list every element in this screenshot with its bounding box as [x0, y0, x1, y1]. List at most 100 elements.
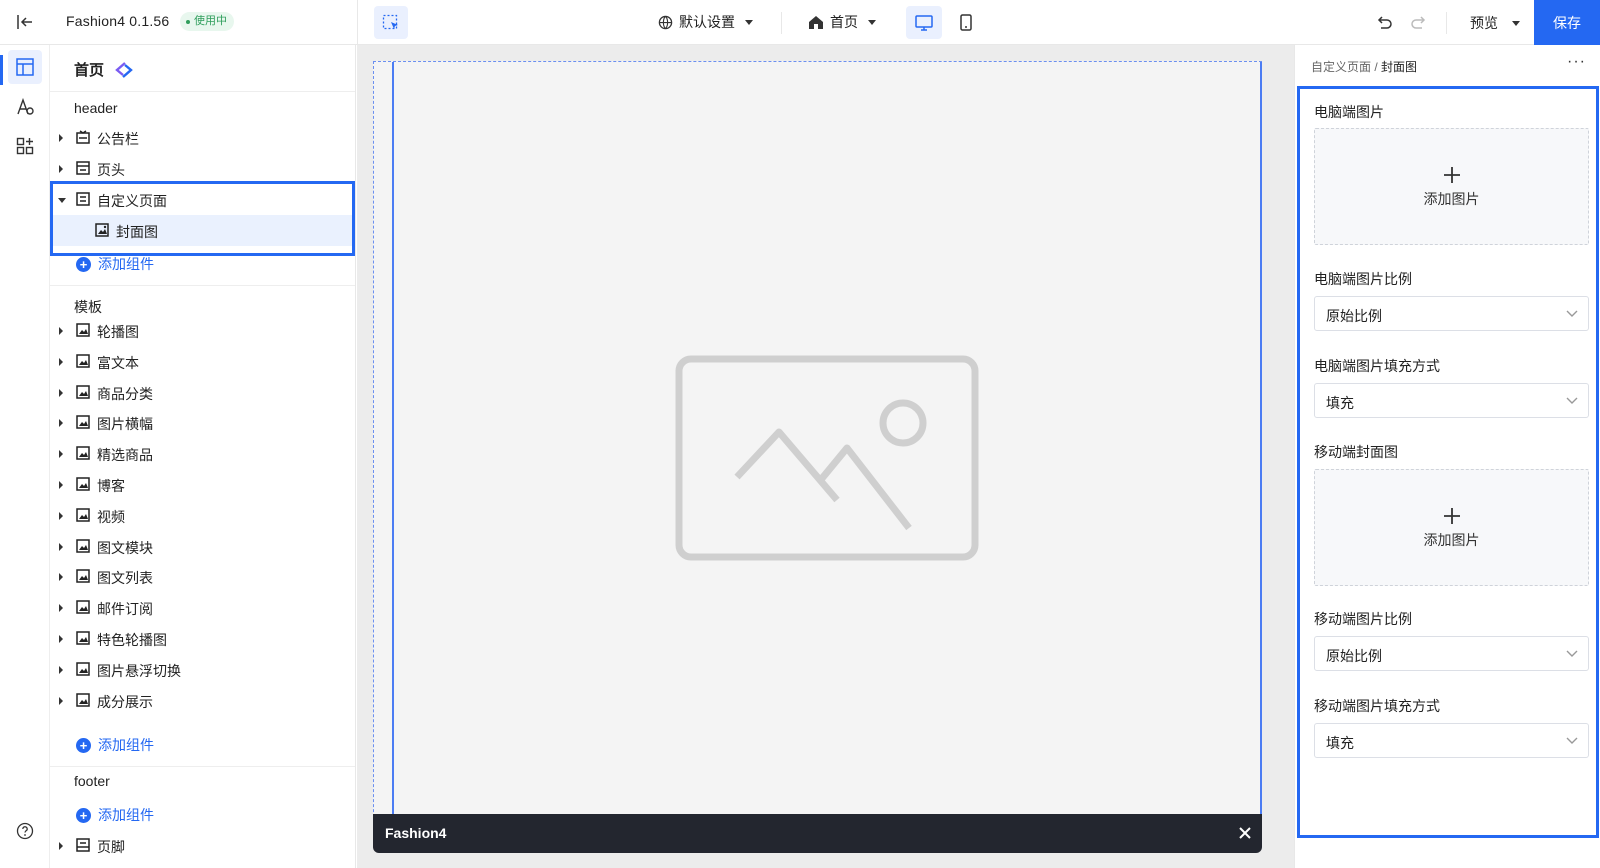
mobile-fill-select[interactable]: 填充 [1314, 723, 1589, 758]
add-component-button[interactable]: + 添加组件 [76, 254, 154, 274]
tree-item-template[interactable]: 商品分类 [50, 377, 355, 408]
tree-item-template[interactable]: 轮播图 [50, 315, 355, 346]
header-section-label: header [74, 100, 118, 116]
plus-icon [1442, 165, 1462, 185]
category-icon [76, 384, 90, 399]
tree-item-label: 页脚 [97, 839, 125, 855]
tree-item-header[interactable]: 页头 [50, 153, 355, 184]
tree-item-template[interactable]: 图文列表 [50, 561, 355, 592]
settings-label: 默认设置 [679, 14, 735, 30]
tree-item-template[interactable]: 图片横幅 [50, 407, 355, 438]
settings-dropdown[interactable]: 默认设置 [658, 12, 753, 32]
tree-item-label: 博客 [97, 478, 125, 494]
add-component-button[interactable]: + 添加组件 [76, 805, 154, 825]
properties-form: 电脑端图片 添加图片 电脑端图片比例 原始比例 电脑端图片填充方式 填充 移动端… [1297, 86, 1599, 838]
tree-item-template[interactable]: 特色轮播图 [50, 623, 355, 654]
expand-arrow-icon[interactable] [59, 635, 63, 643]
tree-item-template[interactable]: 精选商品 [50, 438, 355, 469]
select-value: 填充 [1326, 735, 1354, 751]
expand-arrow-icon[interactable] [59, 388, 63, 397]
plus-icon [1442, 506, 1462, 526]
expand-arrow-icon[interactable] [59, 165, 63, 173]
desktop-image-upload[interactable]: 添加图片 [1314, 128, 1589, 245]
mobile-image-upload[interactable]: 添加图片 [1314, 469, 1589, 586]
richtext-icon [76, 354, 90, 368]
properties-panel: 自定义页面 / 封面图 ··· 电脑端图片 添加图片 电脑端图片比例 原始比例 … [1294, 45, 1600, 868]
page-dropdown[interactable]: 首页 [808, 12, 876, 32]
carousel-icon [76, 631, 90, 645]
bottom-bar: Fashion4 [373, 814, 1262, 853]
expand-arrow-icon[interactable] [59, 842, 63, 850]
theme-icon[interactable] [8, 90, 42, 124]
switch-page-icon[interactable] [114, 61, 134, 79]
close-icon[interactable] [1236, 824, 1254, 842]
expand-arrow-icon[interactable] [59, 327, 63, 335]
mobile-fill-label: 移动端图片填充方式 [1314, 698, 1440, 714]
app-title: Fashion4 0.1.56 [66, 13, 170, 29]
expand-arrow-icon[interactable] [59, 450, 63, 459]
expand-arrow-icon[interactable] [59, 357, 63, 366]
expand-arrow-icon[interactable] [59, 481, 63, 489]
add-component-button[interactable]: + 添加组件 [76, 735, 154, 755]
expand-arrow-icon[interactable] [59, 134, 63, 142]
tree-item-template[interactable]: 博客 [50, 469, 355, 500]
component-tree-panel: 首页 header 公告栏 页头 自定义页面 封面图 + 添加组件 模板 轮播图… [50, 45, 356, 868]
preview-dropdown[interactable]: 预览 [1470, 13, 1520, 33]
caret-down-icon [1512, 20, 1520, 26]
expand-arrow-icon[interactable] [59, 604, 63, 613]
expand-arrow-icon[interactable] [59, 573, 63, 582]
select-tool-button[interactable] [374, 6, 408, 39]
tree-item-template[interactable]: 邮件订阅 [50, 592, 355, 623]
desktop-view-button[interactable] [906, 6, 942, 39]
tree-item-label: 视频 [97, 508, 125, 525]
expand-arrow-icon[interactable] [59, 696, 63, 705]
preview-label: 预览 [1470, 15, 1498, 31]
save-button[interactable]: 保存 [1534, 0, 1600, 45]
breadcrumb-parent[interactable]: 自定义页面 [1311, 60, 1371, 74]
expand-arrow-icon[interactable] [59, 542, 63, 551]
apps-icon[interactable] [8, 129, 42, 163]
left-rail [0, 45, 50, 868]
tree-item-label: 公告栏 [97, 131, 139, 147]
add-component-label: 添加组件 [98, 807, 154, 823]
expand-arrow-icon[interactable] [59, 511, 63, 520]
blog-icon [76, 477, 90, 491]
chevron-down-icon [1566, 650, 1578, 658]
help-icon[interactable] [8, 814, 42, 848]
tree-item-footer[interactable]: 页脚 [50, 830, 355, 861]
tree-item-template[interactable]: 图片悬浮切换 [50, 654, 355, 685]
layout-icon[interactable] [8, 50, 42, 84]
divider [50, 91, 355, 92]
more-icon[interactable]: ··· [1567, 53, 1586, 71]
breadcrumb-separator: / [1374, 60, 1378, 74]
desktop-fill-select[interactable]: 填充 [1314, 383, 1589, 418]
breadcrumb: 自定义页面 / 封面图 [1311, 58, 1417, 75]
tree-item-announcement[interactable]: 公告栏 [50, 122, 355, 153]
preview-canvas: Fashion4 [357, 45, 1294, 868]
tree-item-label: 精选商品 [97, 447, 153, 464]
mobile-ratio-select[interactable]: 原始比例 [1314, 636, 1589, 671]
redo-icon[interactable] [1408, 12, 1430, 34]
top-bar: Fashion4 0.1.56 使用中 默认设置 首页 预览 保存 [0, 0, 1600, 45]
exit-icon[interactable] [14, 11, 36, 33]
page-title-text: 首页 [74, 62, 105, 79]
banner-icon [76, 415, 90, 430]
expand-arrow-icon[interactable] [59, 419, 63, 428]
tree-item-template[interactable]: 富文本 [50, 346, 355, 377]
mobile-ratio-label: 移动端图片比例 [1314, 611, 1412, 627]
desktop-ratio-select[interactable]: 原始比例 [1314, 296, 1589, 331]
add-component-label: 添加组件 [98, 256, 154, 272]
expand-arrow-icon[interactable] [59, 665, 63, 674]
undo-icon[interactable] [1373, 12, 1395, 34]
tree-item-template[interactable]: 视频 [50, 500, 355, 531]
chevron-down-icon [1566, 310, 1578, 318]
tree-item-label: 图文模块 [97, 539, 153, 556]
tree-item-template[interactable]: 成分展示 [50, 685, 355, 716]
page-label: 首页 [830, 14, 858, 30]
video-icon [76, 508, 90, 522]
tree-item-label: 图文列表 [97, 570, 153, 587]
template-section-label: 模板 [74, 299, 102, 315]
tree-item-template[interactable]: 图文模块 [50, 531, 355, 562]
mobile-view-button[interactable] [948, 6, 984, 39]
brand-label: Fashion4 [385, 825, 447, 841]
